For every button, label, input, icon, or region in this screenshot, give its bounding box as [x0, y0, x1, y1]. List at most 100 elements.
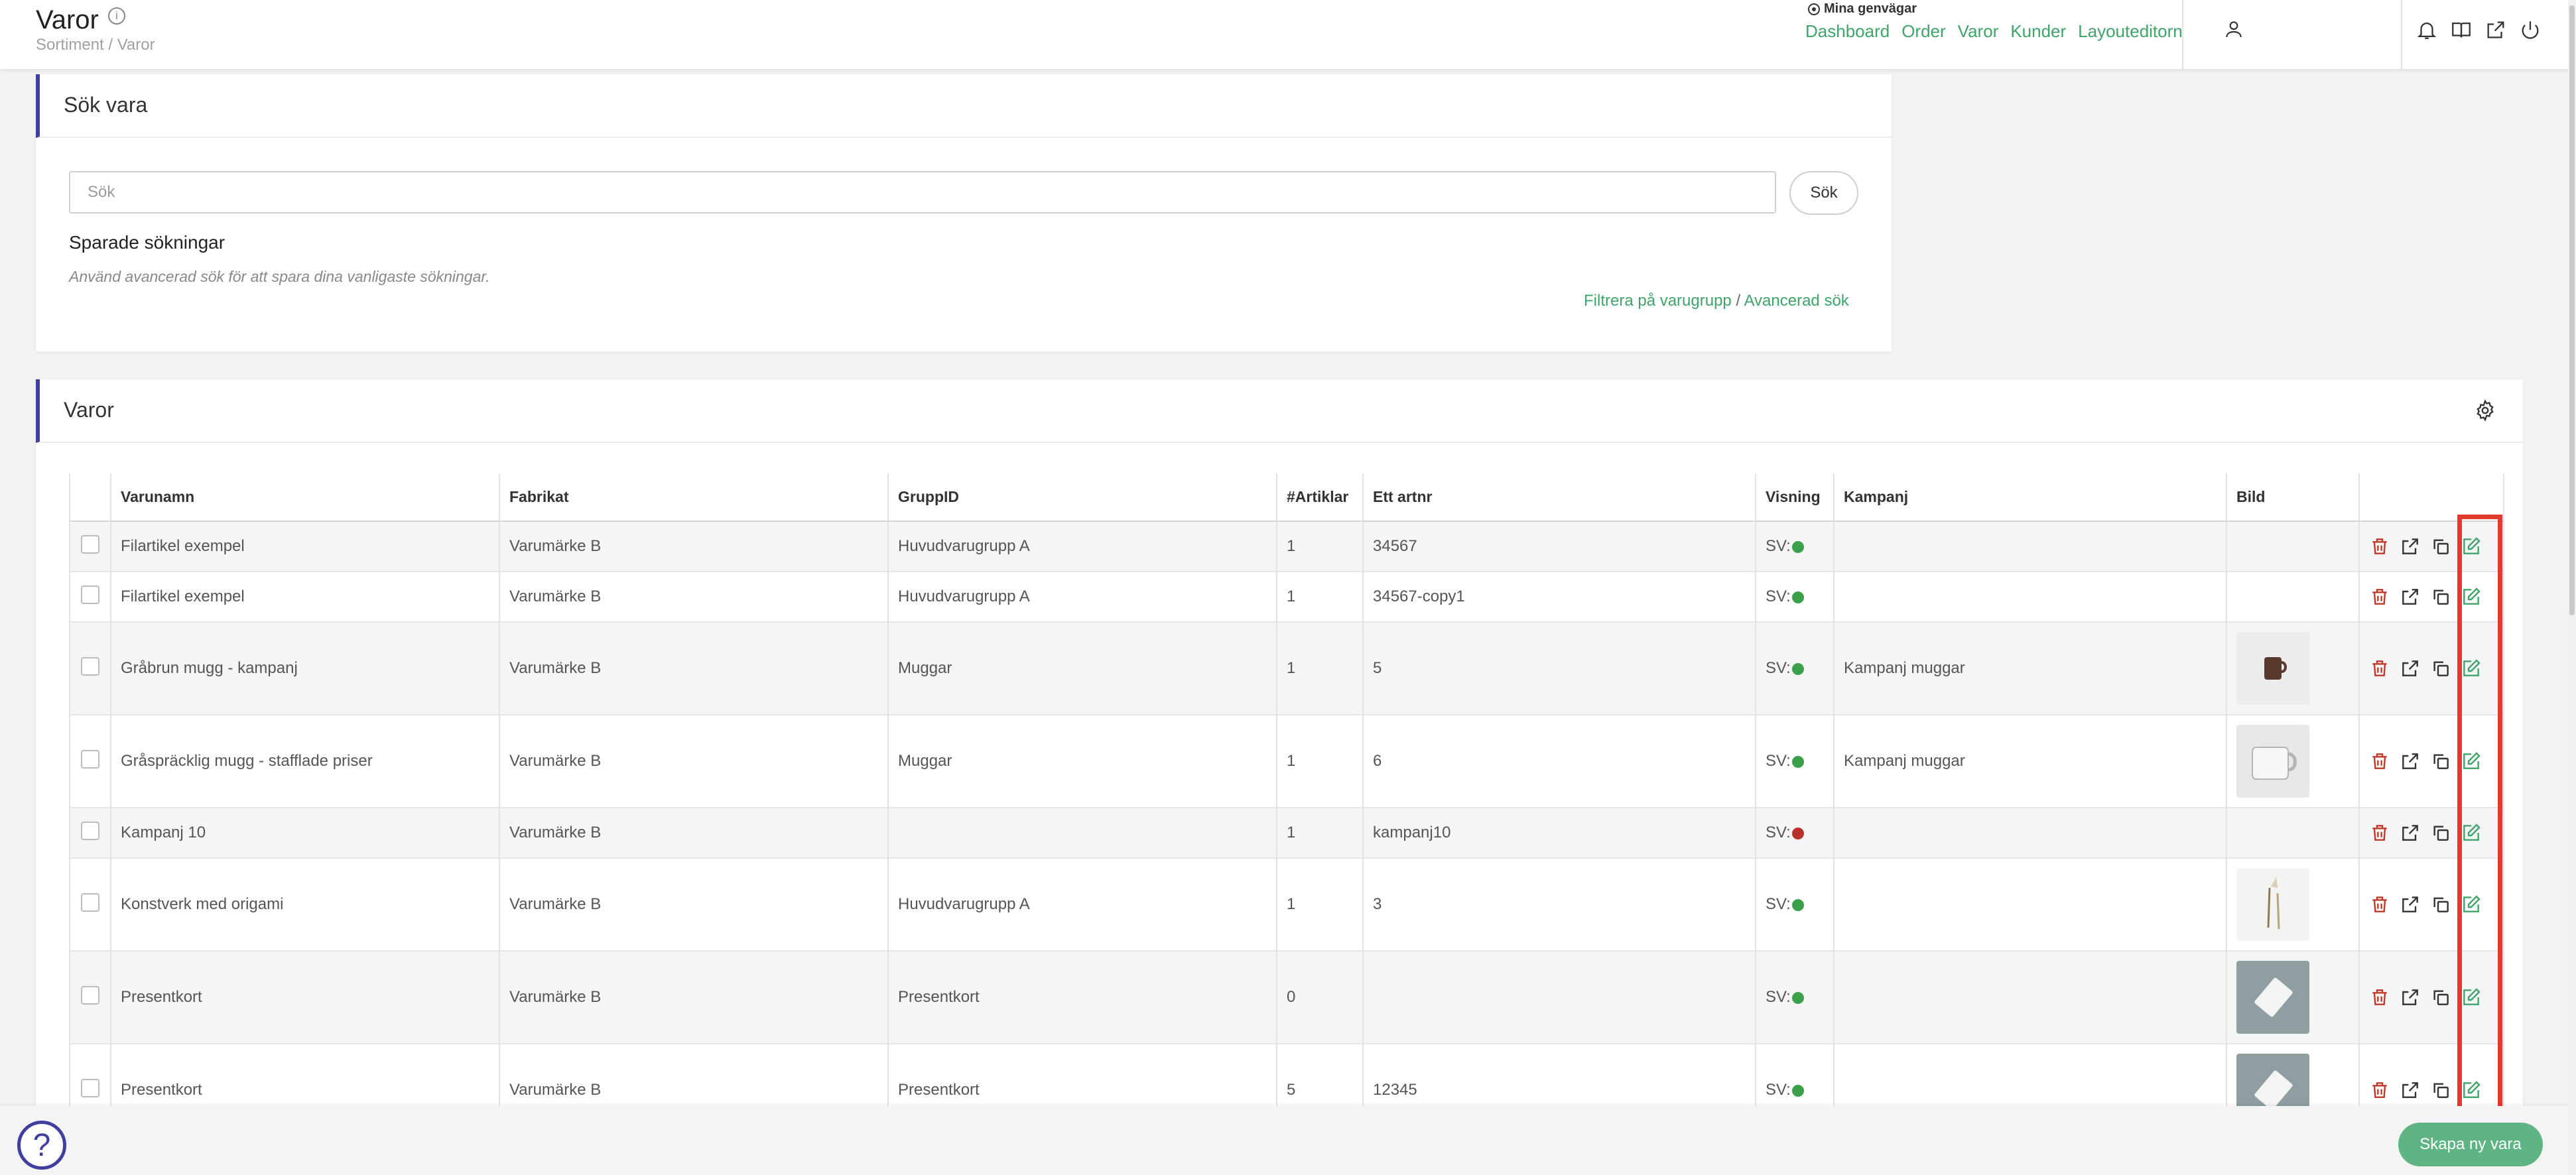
- edit-column-highlight: [2457, 515, 2502, 1114]
- image-cell: [2226, 622, 2360, 715]
- brand-cell: Varumärke B: [499, 715, 889, 808]
- article-count-cell: 1: [1277, 572, 1364, 623]
- search-input[interactable]: [69, 171, 1776, 214]
- trash-icon[interactable]: [2369, 987, 2390, 1008]
- open-external-icon[interactable]: [2400, 1080, 2421, 1101]
- product-thumbnail[interactable]: [2236, 961, 2358, 1034]
- table-row[interactable]: Presentkort Varumärke B Presentkort 0 SV:: [69, 951, 2504, 1044]
- open-external-icon[interactable]: [2400, 987, 2421, 1008]
- product-name-cell[interactable]: Gråspräcklig mugg - stafflade priser: [111, 715, 500, 808]
- search-panel-title: Sök vara: [64, 93, 148, 117]
- table-row[interactable]: Filartikel exempel Varumärke B Huvudvarugr…: [69, 521, 2504, 572]
- filter-group-link[interactable]: Filtrera på varugrupp: [1584, 292, 1732, 310]
- product-thumbnail[interactable]: [2236, 868, 2358, 941]
- shortcut-dashboard[interactable]: Dashboard: [1805, 21, 1890, 42]
- copy-icon[interactable]: [2430, 1080, 2451, 1101]
- copy-icon[interactable]: [2430, 586, 2451, 607]
- copy-icon[interactable]: [2430, 894, 2451, 915]
- external-link-icon[interactable]: [2484, 19, 2507, 41]
- open-external-icon[interactable]: [2400, 822, 2421, 843]
- open-external-icon[interactable]: [2400, 751, 2421, 772]
- column-header[interactable]: Fabrikat: [499, 473, 889, 522]
- product-name-cell[interactable]: Filartikel exempel: [111, 521, 500, 572]
- table-row[interactable]: Gråbrun mugg - kampanj Varumärke B Muggar 1…: [69, 622, 2504, 715]
- article-number-cell: 5: [1363, 622, 1756, 715]
- table-row[interactable]: Filartikel exempel Varumärke B Huvudvarugr…: [69, 572, 2504, 623]
- table-row[interactable]: Kampanj 10 Varumärke B 1 kampanj10 SV:: [69, 808, 2504, 859]
- display-cell: SV:: [1756, 808, 1835, 859]
- column-header[interactable]: Visning: [1756, 473, 1835, 522]
- copy-icon[interactable]: [2430, 658, 2451, 679]
- display-cell: SV:: [1756, 715, 1835, 808]
- column-header[interactable]: Ett artnr: [1363, 473, 1756, 522]
- campaign-cell: Kampanj muggar: [1834, 715, 2227, 808]
- advanced-search-link[interactable]: Avancerad sök: [1744, 292, 1848, 310]
- create-product-button[interactable]: Skapa ny vara: [2398, 1123, 2543, 1166]
- table-row[interactable]: Konstverk med origami Varumärke B Huvudvar…: [69, 858, 2504, 952]
- copy-icon[interactable]: [2430, 987, 2451, 1008]
- row-checkbox[interactable]: [81, 534, 99, 554]
- product-name-cell[interactable]: Presentkort: [111, 951, 500, 1044]
- book-icon[interactable]: [2450, 19, 2473, 41]
- row-checkbox[interactable]: [81, 656, 99, 676]
- trash-icon[interactable]: [2369, 1080, 2390, 1101]
- article-count-cell: 1: [1277, 808, 1364, 859]
- row-select-cell: [69, 858, 111, 952]
- column-header[interactable]: #Artiklar: [1277, 473, 1364, 522]
- row-checkbox[interactable]: [81, 585, 99, 604]
- copy-icon[interactable]: [2430, 822, 2451, 843]
- row-checkbox[interactable]: [81, 893, 99, 912]
- open-external-icon[interactable]: [2400, 658, 2421, 679]
- column-header[interactable]: Varunamn: [111, 473, 500, 522]
- row-checkbox[interactable]: [81, 985, 99, 1005]
- trash-icon[interactable]: [2369, 894, 2390, 915]
- user-icon[interactable]: [2223, 17, 2244, 41]
- info-icon[interactable]: i: [107, 7, 125, 25]
- row-checkbox[interactable]: [81, 1078, 99, 1097]
- product-name-cell[interactable]: Gråbrun mugg - kampanj: [111, 622, 500, 715]
- search-button[interactable]: Sök: [1789, 171, 1858, 215]
- trash-icon[interactable]: [2369, 536, 2390, 557]
- product-name-cell[interactable]: Filartikel exempel: [111, 572, 500, 623]
- product-thumbnail[interactable]: [2236, 632, 2358, 705]
- shortcut-layouteditorn[interactable]: Layouteditorn: [2078, 21, 2183, 42]
- copy-icon[interactable]: [2430, 536, 2451, 557]
- scrollbar-thumb[interactable]: [2569, 5, 2575, 615]
- column-header[interactable]: GruppID: [888, 473, 1277, 522]
- product-name-cell[interactable]: Kampanj 10: [111, 808, 500, 859]
- help-icon[interactable]: ?: [17, 1121, 66, 1170]
- open-external-icon[interactable]: [2400, 894, 2421, 915]
- shortcut-order[interactable]: Order: [1901, 21, 1945, 42]
- image-cell: [2226, 715, 2360, 808]
- products-panel-title: Varor: [64, 398, 114, 422]
- row-select-cell: [69, 808, 111, 859]
- open-external-icon[interactable]: [2400, 536, 2421, 557]
- select-column-header: [69, 473, 111, 522]
- display-cell: SV:: [1756, 572, 1835, 623]
- display-lang: SV:: [1766, 537, 1791, 555]
- display-cell: SV:: [1756, 858, 1835, 952]
- bell-icon[interactable]: [2415, 19, 2438, 41]
- brand-cell: Varumärke B: [499, 622, 889, 715]
- shortcut-varor[interactable]: Varor: [1958, 21, 1999, 42]
- trash-icon[interactable]: [2369, 822, 2390, 843]
- top-bar: Varor i Sortiment / Varor Mina genvägar …: [0, 0, 2576, 69]
- page-scrollbar[interactable]: [2568, 0, 2576, 1175]
- table-row[interactable]: Gråspräcklig mugg - stafflade priser Varu…: [69, 715, 2504, 808]
- trash-icon[interactable]: [2369, 658, 2390, 679]
- column-header[interactable]: Kampanj: [1834, 473, 2227, 522]
- gear-icon[interactable]: [2474, 399, 2496, 422]
- row-checkbox[interactable]: [81, 821, 99, 840]
- row-checkbox[interactable]: [81, 749, 99, 769]
- shortcut-target-icon: [1808, 3, 1820, 15]
- power-icon[interactable]: [2519, 19, 2542, 41]
- copy-icon[interactable]: [2430, 751, 2451, 772]
- trash-icon[interactable]: [2369, 751, 2390, 772]
- shortcut-kunder[interactable]: Kunder: [2010, 21, 2066, 42]
- product-thumbnail[interactable]: [2236, 725, 2358, 798]
- image-cell: [2226, 858, 2360, 952]
- display-lang: SV:: [1766, 752, 1791, 770]
- product-name-cell[interactable]: Konstverk med origami: [111, 858, 500, 952]
- open-external-icon[interactable]: [2400, 586, 2421, 607]
- trash-icon[interactable]: [2369, 586, 2390, 607]
